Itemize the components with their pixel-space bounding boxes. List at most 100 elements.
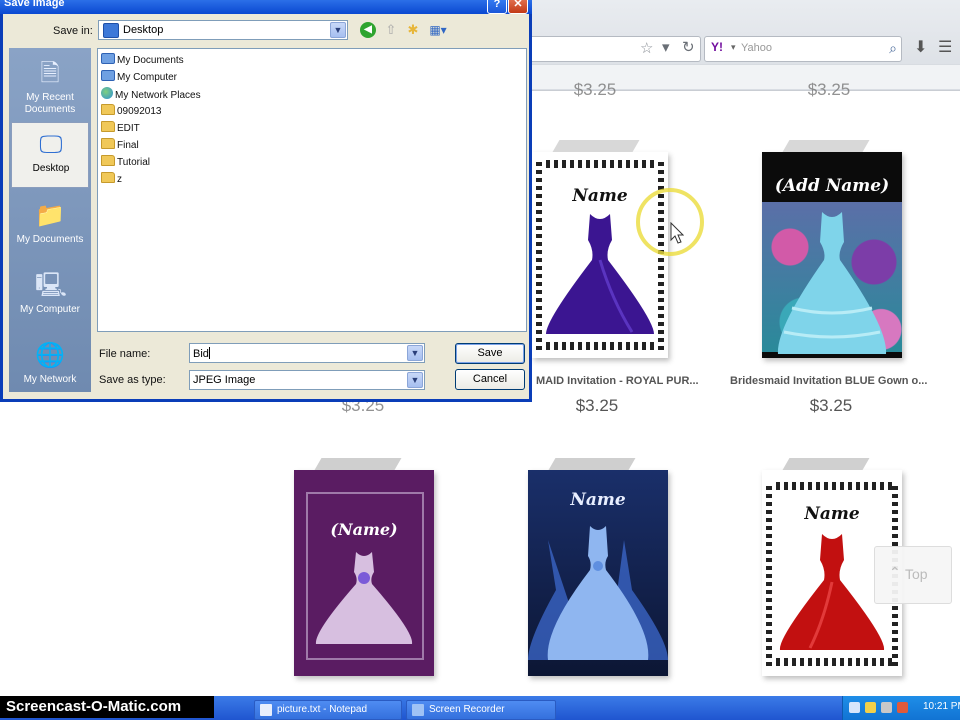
taskbar-item-notepad[interactable]: picture.txt - Notepad bbox=[254, 700, 402, 720]
folder-icon bbox=[101, 172, 115, 183]
place-label: My Computer bbox=[19, 304, 80, 315]
place-my-network[interactable]: 🌐 My Network bbox=[11, 334, 89, 400]
place-my-recent-documents[interactable]: 🗎 My Recent Documents bbox=[11, 52, 89, 118]
card-flap bbox=[782, 140, 870, 152]
new-folder-icon[interactable]: ✱ bbox=[405, 22, 421, 38]
chevron-down-icon[interactable]: ▼ bbox=[407, 345, 423, 361]
place-label: My Recent Documents bbox=[24, 92, 76, 115]
top-button-label: Top bbox=[905, 566, 928, 582]
back-icon[interactable]: ◀ bbox=[360, 22, 376, 38]
chevron-down-icon[interactable]: ▾ bbox=[731, 42, 736, 53]
list-item[interactable]: Tutorial bbox=[101, 155, 150, 171]
red-gown-image bbox=[779, 534, 885, 650]
my-documents-icon: 📁 bbox=[35, 202, 65, 229]
text-caret bbox=[208, 347, 210, 359]
file-name: My Computer bbox=[117, 72, 178, 83]
chevron-down-icon[interactable]: ▼ bbox=[407, 372, 423, 388]
product-title[interactable]: Bridesmaid Invitation BLUE Gown o... bbox=[730, 375, 927, 387]
tray-network-icon[interactable] bbox=[849, 702, 860, 713]
desktop-icon bbox=[103, 23, 119, 38]
folder-icon bbox=[101, 104, 115, 115]
search-icon[interactable]: ⌕ bbox=[889, 40, 897, 57]
lace-border bbox=[538, 342, 662, 350]
place-desktop[interactable]: 🖵 Desktop bbox=[11, 122, 89, 188]
list-item[interactable]: z bbox=[101, 172, 122, 188]
product-card-lilac-gown[interactable]: (Name) bbox=[294, 458, 434, 676]
file-name: My Documents bbox=[117, 55, 184, 66]
save-image-dialog: Save Image ? ✕ Save in: Desktop ▼ ◀ ⇧ ✱ … bbox=[0, 0, 532, 402]
taskbar-item-label: Screen Recorder bbox=[429, 704, 505, 715]
my-computer-icon bbox=[101, 70, 115, 81]
save-as-type-value: JPEG Image bbox=[193, 374, 256, 386]
place-my-documents[interactable]: 📁 My Documents bbox=[11, 194, 89, 260]
place-my-computer[interactable]: 🖳 My Computer bbox=[11, 264, 89, 330]
chevron-down-icon[interactable]: ▼ bbox=[330, 22, 346, 38]
dialog-titlebar[interactable]: Save Image ? ✕ bbox=[0, 0, 532, 14]
up-folder-icon[interactable]: ⇧ bbox=[383, 22, 399, 38]
list-item[interactable]: EDIT bbox=[101, 121, 140, 137]
file-name-input[interactable]: Bid ▼ bbox=[189, 343, 425, 363]
product-price: $3.25 bbox=[573, 80, 617, 99]
screen-recorder-icon bbox=[412, 704, 424, 716]
list-item[interactable]: 09092013 bbox=[101, 104, 162, 120]
tray-volume-icon[interactable] bbox=[881, 702, 892, 713]
file-name-value: Bid bbox=[193, 347, 210, 360]
scroll-to-top-button[interactable]: ⌃ Top bbox=[874, 546, 952, 604]
list-item[interactable]: My Network Places bbox=[101, 87, 201, 103]
list-item[interactable]: My Documents bbox=[101, 53, 184, 69]
tray-security-icon[interactable] bbox=[865, 702, 876, 713]
dropdown-icon[interactable]: ▾ bbox=[662, 38, 670, 56]
lace-border bbox=[538, 160, 662, 168]
list-item[interactable]: Final bbox=[101, 138, 139, 154]
close-button[interactable]: ✕ bbox=[508, 0, 528, 14]
product-card-royal-purple[interactable]: Name bbox=[532, 140, 668, 358]
blue-gown-image bbox=[777, 212, 887, 354]
my-computer-icon: 🖳 bbox=[35, 272, 68, 299]
yahoo-logo-icon: Y! bbox=[711, 40, 723, 54]
file-name-text: Bid bbox=[193, 348, 209, 360]
search-input[interactable]: Y! ▾ Yahoo ⌕ bbox=[704, 36, 902, 62]
network-places-icon bbox=[101, 87, 113, 99]
card-name-text: Name bbox=[570, 490, 626, 510]
address-bar[interactable] bbox=[520, 36, 701, 62]
folder-icon bbox=[101, 121, 115, 132]
dialog-title: Save Image bbox=[4, 0, 65, 9]
my-documents-icon bbox=[101, 53, 115, 64]
save-as-type-label: Save as type: bbox=[99, 374, 166, 386]
reload-icon[interactable]: ↻ bbox=[682, 38, 695, 56]
product-title[interactable]: MAID Invitation - ROYAL PUR... bbox=[536, 375, 699, 387]
card-name-text: Name bbox=[804, 504, 860, 524]
lace-border bbox=[768, 482, 896, 490]
save-button[interactable]: Save bbox=[455, 343, 525, 364]
menu-icon[interactable]: ☰ bbox=[938, 37, 952, 57]
file-name: z bbox=[117, 174, 122, 185]
search-engine-placeholder: Yahoo bbox=[741, 42, 772, 54]
card-name-text: (Add Name) bbox=[774, 176, 890, 196]
views-menu-icon[interactable]: ▦▾ bbox=[427, 22, 449, 38]
download-icon[interactable]: ⬇ bbox=[914, 37, 927, 57]
recent-documents-icon: 🗎 bbox=[40, 60, 60, 87]
notepad-icon bbox=[260, 704, 272, 716]
folder-icon bbox=[101, 138, 115, 149]
product-card-blue-bridesmaids[interactable]: Name bbox=[528, 458, 668, 676]
save-in-select[interactable]: Desktop ▼ bbox=[98, 20, 348, 40]
my-network-icon: 🌐 bbox=[35, 342, 65, 369]
save-as-type-select[interactable]: JPEG Image ▼ bbox=[189, 370, 425, 390]
list-item[interactable]: My Computer bbox=[101, 70, 177, 86]
card-flap bbox=[314, 458, 402, 470]
card-flap bbox=[552, 140, 640, 152]
product-card-blue-gown[interactable]: (Add Name) bbox=[762, 140, 902, 358]
taskbar-item-screen-recorder[interactable]: Screen Recorder bbox=[406, 700, 556, 720]
bookmark-star-icon[interactable]: ☆ bbox=[640, 39, 653, 57]
cancel-button[interactable]: Cancel bbox=[455, 369, 525, 390]
card-name-text: (Name) bbox=[330, 520, 398, 539]
taskbar-item-label: picture.txt - Notepad bbox=[277, 704, 368, 715]
tray-recorder-icon[interactable] bbox=[897, 702, 908, 713]
screencast-watermark: Screencast-O-Matic.com bbox=[0, 696, 214, 718]
lace-border bbox=[768, 658, 896, 666]
product-price: $3.25 bbox=[809, 396, 853, 415]
help-button[interactable]: ? bbox=[487, 0, 507, 14]
file-list[interactable]: My Documents My Computer My Network Plac… bbox=[97, 48, 527, 332]
mouse-cursor-icon bbox=[670, 222, 684, 244]
folder-icon bbox=[101, 155, 115, 166]
